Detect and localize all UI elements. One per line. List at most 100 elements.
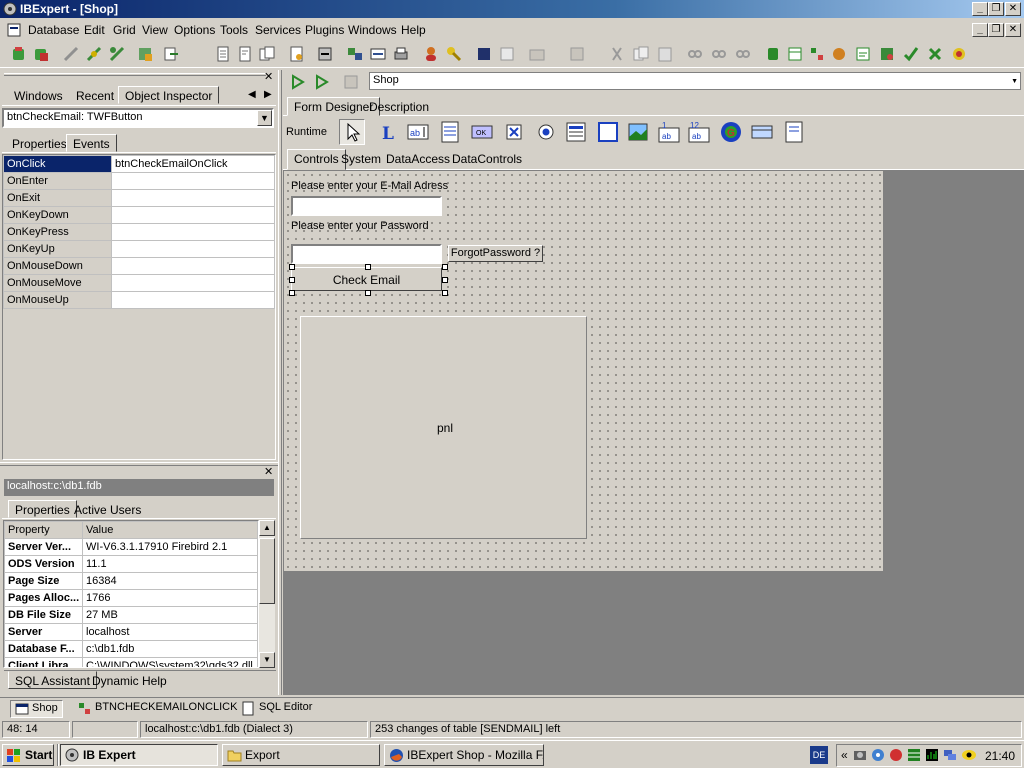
scroll-down-icon[interactable]: ▼ xyxy=(259,652,275,668)
window-tab-procedure[interactable]: BTNCHECKEMAILONCLICK xyxy=(74,700,241,718)
users-icon[interactable] xyxy=(422,45,440,63)
mdi-restore-button[interactable]: ❐ xyxy=(988,23,1004,37)
tab-db-properties[interactable]: Properties xyxy=(8,500,77,518)
close-panel-icon[interactable]: ✕ xyxy=(264,70,273,83)
db-property-row[interactable]: Page Size 16384 xyxy=(4,572,258,590)
statusbar-tool-icon[interactable] xyxy=(751,121,773,143)
language-indicator[interactable]: DE xyxy=(810,746,828,764)
event-name[interactable]: OnExit xyxy=(3,189,112,207)
find-icon[interactable] xyxy=(686,45,704,63)
register-database-icon[interactable] xyxy=(10,45,28,63)
new-view-icon[interactable] xyxy=(786,45,804,63)
close-button[interactable]: ✕ xyxy=(1005,2,1021,16)
copy-icon[interactable] xyxy=(632,45,650,63)
label-tool-icon[interactable]: L xyxy=(377,121,399,143)
selection-handle-bottom-right[interactable] xyxy=(442,290,448,296)
tab-windows[interactable]: Windows xyxy=(8,87,69,105)
db-property-row[interactable]: Server localhost xyxy=(4,623,258,641)
pointer-tool[interactable] xyxy=(339,119,365,145)
copy-object-icon[interactable] xyxy=(258,45,276,63)
tray-settings-icon[interactable] xyxy=(871,748,885,762)
print-icon[interactable] xyxy=(392,45,410,63)
compare-icon[interactable] xyxy=(369,45,387,63)
menu-database[interactable]: Database xyxy=(28,23,79,37)
database-objects-icon[interactable] xyxy=(346,45,364,63)
tab-dynamic-help[interactable]: Dynamic Help xyxy=(86,672,173,690)
event-row[interactable]: OnMouseUp xyxy=(3,291,275,309)
cut-icon[interactable] xyxy=(608,45,626,63)
event-handler[interactable] xyxy=(111,172,275,190)
mdi-close-button[interactable]: ✕ xyxy=(1005,23,1021,37)
event-name[interactable]: OnClick xyxy=(3,155,112,173)
tab-scroll-left-icon[interactable]: ◀ xyxy=(248,89,256,100)
open-folder-icon[interactable] xyxy=(528,45,546,63)
taskbar-item-export[interactable]: Export xyxy=(222,744,380,766)
image-tool-icon[interactable] xyxy=(627,121,649,143)
spin-edit-tool-icon[interactable]: 12 ab xyxy=(687,119,711,145)
db-property-row[interactable]: Database F... c:\db1.fdb xyxy=(4,640,258,658)
email-input[interactable] xyxy=(291,196,442,216)
tray-camera-icon[interactable] xyxy=(853,748,867,762)
new-table-icon[interactable] xyxy=(764,45,782,63)
event-name[interactable]: OnEnter xyxy=(3,172,112,190)
tab-dataaccess[interactable]: DataAccess xyxy=(380,150,456,168)
tray-shield-icon[interactable] xyxy=(889,748,903,762)
event-handler[interactable] xyxy=(111,223,275,241)
blob-viewer-icon[interactable] xyxy=(475,45,493,63)
scroll-thumb[interactable] xyxy=(259,538,275,604)
disconnect-icon[interactable] xyxy=(85,45,103,63)
event-row[interactable]: OnClick btnCheckEmailOnClick xyxy=(3,155,275,173)
memo-tool-icon[interactable] xyxy=(439,121,461,143)
new-exception-icon[interactable] xyxy=(878,45,896,63)
event-row[interactable]: OnKeyPress xyxy=(3,223,275,241)
date-tool-icon[interactable]: 1 ab xyxy=(657,119,681,145)
tray-monitor-icon[interactable] xyxy=(925,748,939,762)
event-name[interactable]: OnMouseMove xyxy=(3,274,112,292)
event-handler[interactable] xyxy=(111,257,275,275)
tab-events[interactable]: Events xyxy=(66,134,117,152)
replace-icon[interactable] xyxy=(734,45,752,63)
mdi-minimize-button[interactable]: _ xyxy=(972,23,988,37)
selection-handle-right[interactable] xyxy=(442,277,448,283)
tab-object-inspector[interactable]: Object Inspector xyxy=(118,86,220,104)
taskbar-item-firefox[interactable]: IBExpert Shop - Mozilla F... xyxy=(384,744,544,766)
form-design-surface[interactable]: Please enter your E-Mail Adress Please e… xyxy=(284,171,883,571)
menu-tools[interactable]: Tools xyxy=(220,23,248,37)
new-document-icon[interactable] xyxy=(214,45,232,63)
save-disabled-icon[interactable] xyxy=(568,45,586,63)
script-executive-icon[interactable] xyxy=(288,45,306,63)
column-header-value[interactable]: Value xyxy=(82,521,258,539)
paste-icon[interactable] xyxy=(656,45,674,63)
event-row[interactable]: OnExit xyxy=(3,189,275,207)
db-property-row[interactable]: Pages Alloc... 1766 xyxy=(4,589,258,607)
selection-handle-bottom[interactable] xyxy=(365,290,371,296)
taskbar-item-ibexpert[interactable]: IB Expert xyxy=(60,744,218,766)
event-name[interactable]: OnKeyPress xyxy=(3,223,112,241)
mdi-doc-icon[interactable] xyxy=(6,23,22,37)
password-input[interactable] xyxy=(291,244,442,264)
pnl-panel[interactable]: pnl xyxy=(300,316,587,539)
tab-active-users[interactable]: Active Users xyxy=(68,501,147,519)
forgot-password-button[interactable]: ForgotPassword ? xyxy=(448,245,543,262)
tab-recent[interactable]: Recent xyxy=(70,87,120,105)
column-header-property[interactable]: Property xyxy=(4,521,83,539)
event-name[interactable]: OnMouseUp xyxy=(3,291,112,309)
window-tab-sql-editor[interactable]: SQL Editor xyxy=(238,700,316,718)
extract-metadata-icon[interactable] xyxy=(316,45,334,63)
db-property-row[interactable]: Server Ver... WI-V6.3.1.17910 Firebird 2.… xyxy=(4,538,258,556)
new-domain-icon[interactable] xyxy=(926,45,944,63)
event-handler[interactable] xyxy=(111,240,275,258)
event-handler[interactable] xyxy=(111,274,275,292)
menu-view[interactable]: View xyxy=(142,23,168,37)
event-row[interactable]: OnMouseMove xyxy=(3,274,275,292)
tab-datacontrols[interactable]: DataControls xyxy=(446,150,528,168)
chevron-down-icon[interactable]: ▼ xyxy=(257,110,272,126)
export-icon[interactable] xyxy=(162,45,180,63)
find-next-icon[interactable] xyxy=(710,45,728,63)
new-udf-icon[interactable] xyxy=(902,45,920,63)
event-row[interactable]: OnKeyDown xyxy=(3,206,275,224)
menu-help[interactable]: Help xyxy=(401,23,426,37)
event-name[interactable]: OnKeyUp xyxy=(3,240,112,258)
checkbox-tool-icon[interactable] xyxy=(503,121,525,143)
selection-handle-top-right[interactable] xyxy=(442,264,448,270)
